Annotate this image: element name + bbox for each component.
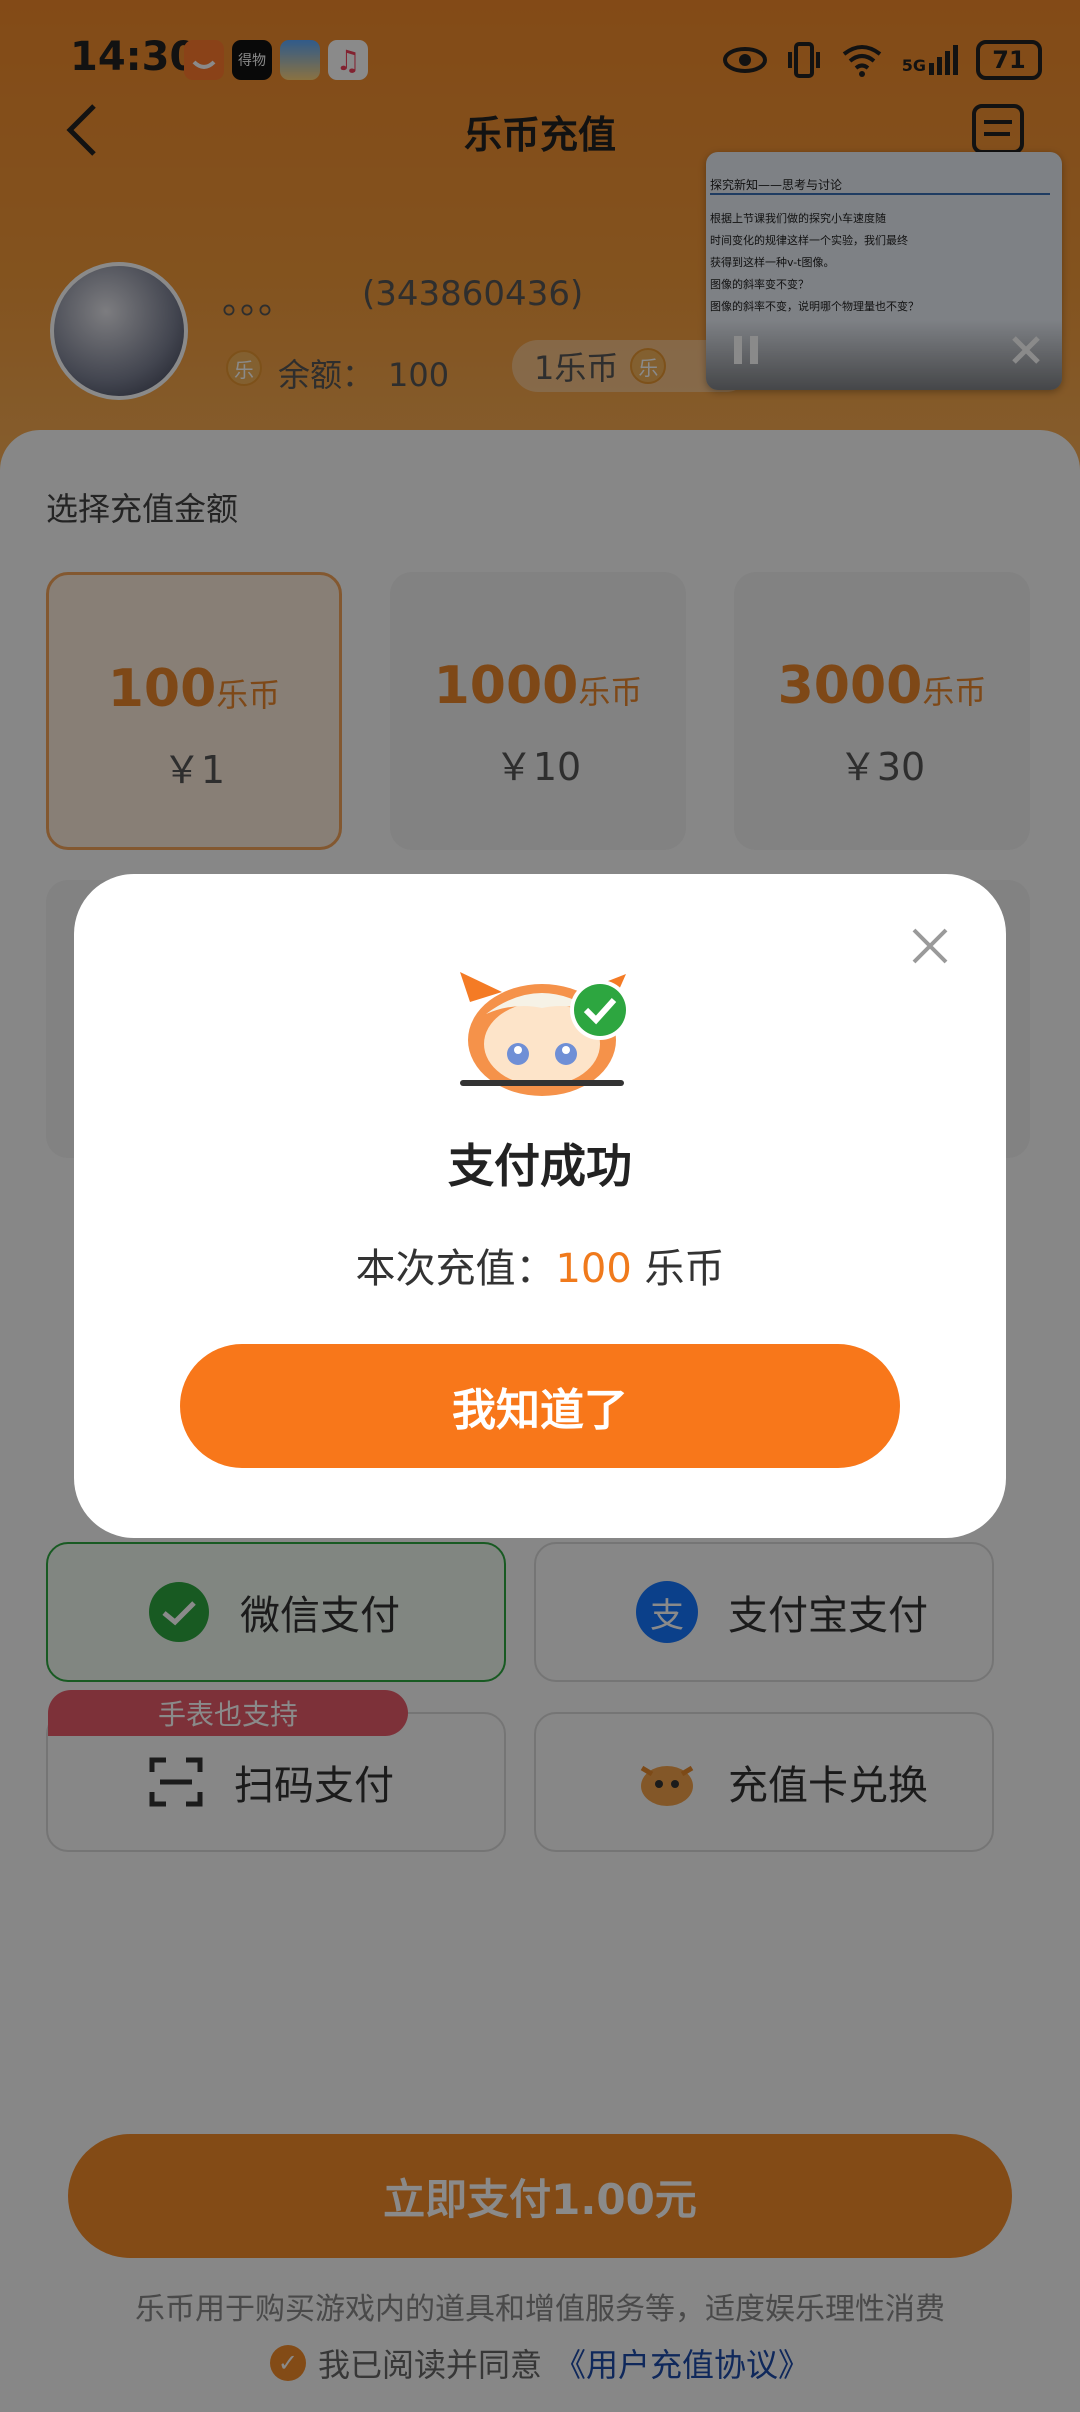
dialog-message: 本次充值：100 乐币 xyxy=(74,1236,1006,1294)
dialog-unit: 乐币 xyxy=(631,1246,725,1292)
dialog-amount: 100 xyxy=(555,1246,632,1292)
mascot-success-icon xyxy=(460,972,630,1096)
confirm-button[interactable]: 我知道了 xyxy=(180,1344,900,1468)
dialog-message-prefix: 本次充值： xyxy=(355,1246,556,1292)
close-icon[interactable] xyxy=(908,924,952,968)
payment-success-dialog: 支付成功 本次充值：100 乐币 我知道了 xyxy=(74,874,1006,1538)
dialog-title: 支付成功 xyxy=(448,1139,632,1193)
